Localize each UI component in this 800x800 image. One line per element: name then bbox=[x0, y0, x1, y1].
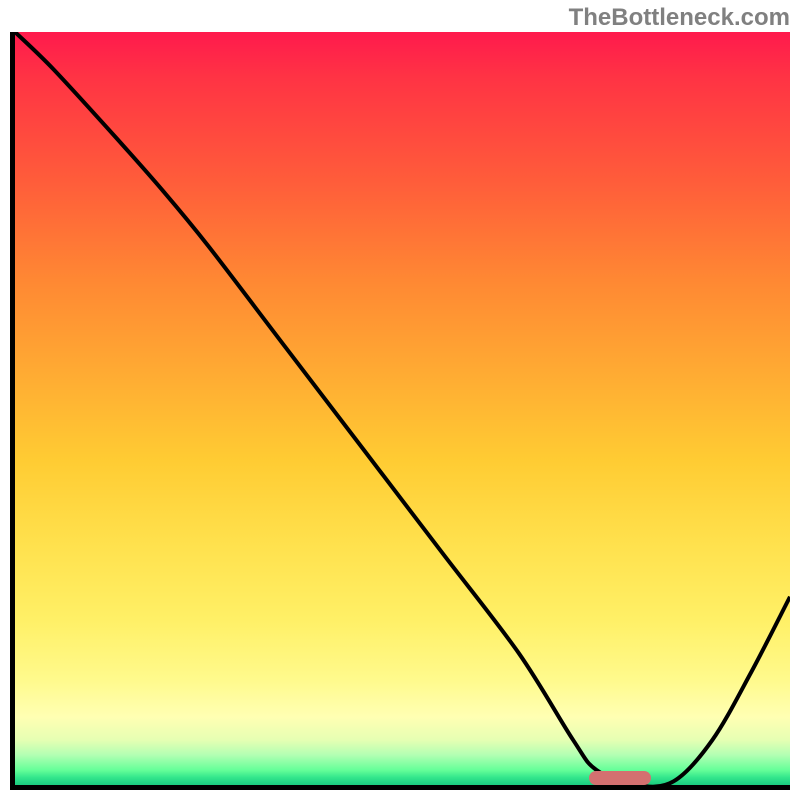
line-series bbox=[15, 32, 790, 785]
chart-container: TheBottleneck.com bbox=[0, 0, 800, 800]
highlight-marker bbox=[589, 771, 651, 785]
curve-path bbox=[15, 32, 790, 785]
watermark-text: TheBottleneck.com bbox=[569, 4, 790, 32]
plot-frame bbox=[10, 32, 790, 790]
